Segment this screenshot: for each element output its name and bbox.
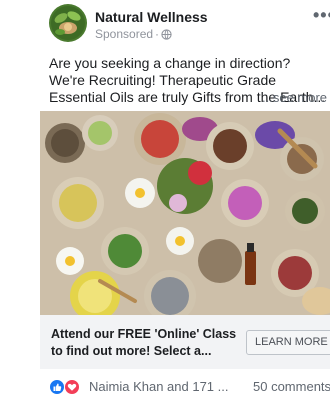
- post-meta: Sponsored ·: [95, 27, 172, 41]
- reaction-icons[interactable]: [49, 379, 85, 395]
- post-header: Natural Wellness Sponsored · •••: [0, 0, 330, 44]
- love-icon: [64, 379, 80, 395]
- see-more-link[interactable]: ...see more: [262, 89, 327, 106]
- avatar-image: [49, 4, 87, 42]
- globe-icon: [161, 28, 172, 40]
- thumbs-up-icon: [53, 383, 62, 391]
- meta-separator: ·: [155, 27, 160, 41]
- sponsored-label[interactable]: Sponsored: [95, 27, 153, 41]
- ad-headline[interactable]: Attend our FREE 'Online' Class to find o…: [51, 326, 246, 360]
- ad-cta-bar[interactable]: Attend our FREE 'Online' Class to find o…: [40, 315, 330, 369]
- post-engagement: Naimia Khan and 171 ... 50 comments: [49, 377, 330, 397]
- page-avatar[interactable]: [49, 4, 87, 42]
- learn-more-button[interactable]: LEARN MORE: [246, 330, 330, 355]
- ad-image[interactable]: [40, 111, 330, 315]
- comments-count-link[interactable]: 50 comments: [253, 379, 330, 394]
- reactions-summary[interactable]: Naimia Khan and 171 ...: [89, 379, 228, 394]
- page-name[interactable]: Natural Wellness: [95, 9, 208, 25]
- herbs-and-oils-illustration: [40, 111, 330, 315]
- more-options-icon[interactable]: •••: [313, 10, 330, 28]
- like-icon: [49, 379, 65, 395]
- heart-icon: [67, 383, 77, 391]
